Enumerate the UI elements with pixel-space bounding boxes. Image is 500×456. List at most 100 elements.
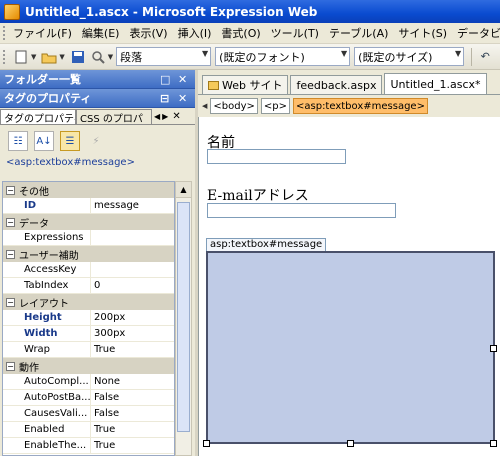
tab-untitled-ascx[interactable]: Untitled_1.ascx* (384, 73, 487, 94)
property-value[interactable]: 200px (91, 312, 125, 323)
breadcrumb-textbox[interactable]: <asp:textbox#message> (293, 98, 428, 114)
close-icon[interactable]: ✕ (172, 111, 180, 122)
property-name: AccessKey (3, 261, 91, 278)
preview-dropdown-icon[interactable]: ▼ (108, 53, 113, 61)
message-textarea[interactable] (206, 251, 495, 444)
property-value[interactable]: 0 (91, 280, 100, 291)
expression-web-app-icon (4, 3, 20, 20)
collapse-icon[interactable]: − (6, 217, 15, 227)
quick-tag-selector: ◀ <body> <p> <asp:textbox#message> (198, 95, 500, 117)
property-grid-scrollbar[interactable]: ▲ (175, 181, 192, 456)
property-name: CausesVali... (3, 405, 91, 422)
property-value[interactable]: message (91, 200, 139, 211)
events-icon[interactable]: ⚡ (86, 131, 106, 151)
property-row[interactable]: Wrap True (3, 341, 174, 358)
new-page-icon[interactable] (12, 48, 30, 66)
menu-format[interactable]: 書式(O) (216, 25, 265, 41)
menu-table[interactable]: テーブル(A) (324, 25, 393, 41)
category-misc[interactable]: − その他 (3, 182, 174, 198)
font-family-select[interactable]: (既定のフォント) ▼ (215, 47, 351, 66)
category-layout[interactable]: − レイアウト (3, 294, 174, 310)
property-value[interactable]: False (91, 408, 119, 419)
menu-grip[interactable] (3, 26, 5, 40)
menu-file[interactable]: ファイル(F) (8, 25, 77, 41)
property-row[interactable]: Width 300px (3, 325, 174, 342)
menu-edit[interactable]: 編集(E) (77, 25, 125, 41)
menu-view[interactable]: 表示(V) (124, 25, 172, 41)
property-row[interactable]: ID message (3, 197, 174, 214)
save-icon[interactable] (69, 48, 87, 66)
scroll-up-icon[interactable]: ▲ (176, 182, 191, 198)
resize-handle-bottom[interactable] (347, 440, 354, 447)
tab-scroll-left-icon[interactable]: ◀ (154, 112, 160, 121)
resize-handle-right[interactable] (490, 345, 497, 352)
tab-scroll-right-icon[interactable]: ▶ (162, 112, 168, 121)
undo-icon[interactable]: ↶ (476, 48, 494, 66)
menu-insert[interactable]: 挿入(I) (173, 25, 217, 41)
collapse-icon[interactable]: − (6, 297, 15, 307)
property-row[interactable]: EnableThe... True (3, 437, 174, 454)
pin-icon[interactable]: ⊟ (160, 92, 169, 105)
property-row[interactable]: AutoPostBa... False (3, 389, 174, 406)
close-icon[interactable]: ✕ (178, 92, 187, 105)
tab-label: Untitled_1.ascx* (390, 77, 481, 91)
menu-site[interactable]: サイト(S) (393, 25, 452, 41)
property-name: Height (3, 309, 91, 326)
breadcrumb-body[interactable]: <body> (210, 98, 258, 114)
new-dropdown-icon[interactable]: ▼ (31, 53, 36, 61)
preview-icon[interactable] (89, 48, 107, 66)
menu-data-view[interactable]: データビ (452, 25, 500, 41)
property-row[interactable]: Expressions (3, 229, 174, 246)
property-value[interactable]: None (91, 376, 120, 387)
scroll-thumb[interactable] (177, 202, 190, 432)
category-behavior[interactable]: − 動作 (3, 358, 174, 374)
email-textbox[interactable] (207, 203, 396, 218)
collapse-icon[interactable]: − (6, 185, 15, 195)
paragraph-style-select[interactable]: 段落 ▼ (116, 47, 212, 66)
tab-tag-properties[interactable]: タグのプロパティ (0, 109, 76, 124)
category-accessibility[interactable]: − ユーザー補助 (3, 246, 174, 262)
property-value[interactable]: True (91, 344, 115, 355)
chevron-down-icon: ▼ (202, 49, 209, 58)
categorized-view-icon[interactable]: ☷ (8, 131, 28, 151)
font-family-value: (既定のフォント) (219, 50, 305, 64)
tag-properties-panel-header: タグのプロパティ ⊟ ✕ (0, 89, 195, 108)
property-row[interactable]: TabIndex 0 (3, 277, 174, 294)
property-value[interactable]: 300px (91, 328, 125, 339)
property-value[interactable]: True (91, 440, 115, 451)
collapse-icon[interactable]: − (6, 249, 15, 259)
folder-icon (208, 80, 219, 90)
name-textbox[interactable] (207, 149, 346, 164)
property-value[interactable]: False (91, 392, 119, 403)
property-row[interactable]: Height 200px (3, 309, 174, 326)
breadcrumb-p[interactable]: <p> (260, 98, 290, 114)
property-value[interactable]: True (91, 424, 115, 435)
property-row[interactable]: CausesVali... False (3, 405, 174, 422)
tab-css-properties[interactable]: CSS のプロパ (76, 109, 152, 124)
property-row[interactable]: AutoCompl... None (3, 373, 174, 390)
tab-feedback-aspx[interactable]: feedback.aspx (290, 75, 383, 94)
close-icon[interactable]: ✕ (178, 73, 187, 86)
category-label: ユーザー補助 (19, 250, 79, 262)
toolbar-grip[interactable] (3, 49, 8, 64)
textbox-tag-label: asp:textbox#message (206, 238, 327, 251)
resize-handle-bottom-left[interactable] (203, 440, 210, 447)
property-grid: − その他 ID message − データ Expressions − ユーザー補助 … (2, 181, 175, 456)
open-dropdown-icon[interactable]: ▼ (59, 53, 64, 61)
collapse-icon[interactable]: − (6, 361, 15, 371)
restore-icon[interactable]: □ (160, 73, 170, 86)
document-tabs: Web サイト feedback.aspx Untitled_1.ascx* (198, 70, 500, 95)
category-data[interactable]: − データ (3, 214, 174, 230)
open-folder-icon[interactable] (40, 48, 58, 66)
tab-web-site[interactable]: Web サイト (202, 75, 289, 94)
show-set-properties-icon[interactable]: ☰ (60, 131, 80, 151)
tag-selector-scroll-left-icon[interactable]: ◀ (202, 102, 207, 110)
property-name: TabIndex (3, 277, 91, 294)
font-size-select[interactable]: (既定のサイズ) ▼ (354, 47, 465, 66)
property-row[interactable]: AccessKey (3, 261, 174, 278)
alphabetical-sort-icon[interactable]: A↓ (34, 131, 54, 151)
menu-tools[interactable]: ツール(T) (266, 25, 324, 41)
category-label: レイアウト (19, 298, 69, 310)
resize-handle-corner[interactable] (490, 440, 497, 447)
property-row[interactable]: Enabled True (3, 421, 174, 438)
